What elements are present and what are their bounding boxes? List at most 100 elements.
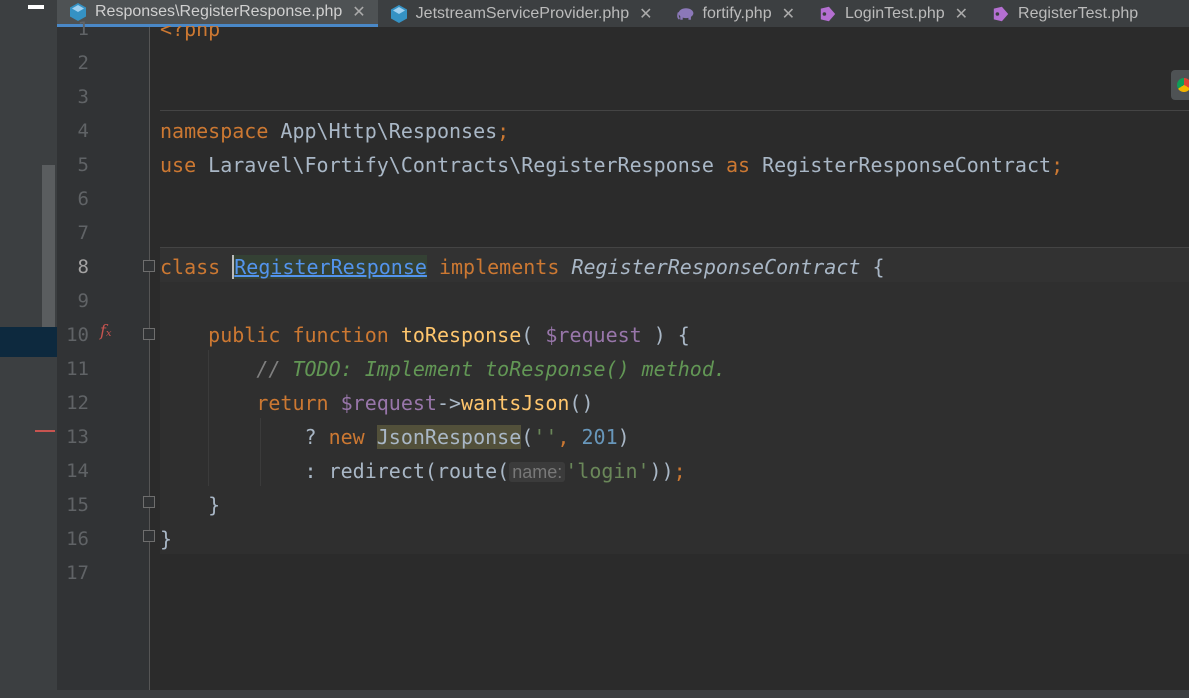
line-number: 1 bbox=[77, 18, 89, 40]
line-number: 8 bbox=[77, 256, 89, 278]
fold-icon[interactable] bbox=[143, 496, 155, 508]
code-line-11: // TODO: Implement toResponse() method. bbox=[160, 352, 726, 386]
method-name: toResponse bbox=[400, 323, 522, 347]
variable: $request bbox=[340, 391, 437, 415]
line-number: 11 bbox=[66, 358, 89, 380]
code-line-8: class RegisterResponse implements Regist… bbox=[160, 250, 885, 284]
keyword: as bbox=[725, 153, 751, 177]
tab-label: RegisterTest.php bbox=[1018, 4, 1139, 22]
php-class-icon bbox=[390, 4, 408, 23]
code-line-5: use Laravel\Fortify\Contracts\RegisterRe… bbox=[160, 148, 1063, 182]
chrome-icon[interactable] bbox=[1177, 78, 1189, 92]
keyword: use bbox=[160, 153, 197, 177]
tab-fortify[interactable]: fortify.php ✕ bbox=[665, 0, 807, 27]
brace: } bbox=[208, 493, 221, 517]
php-test-icon bbox=[992, 5, 1010, 23]
arrow: -> bbox=[436, 391, 462, 415]
code-line-14: : redirect(route(name:'login')); bbox=[160, 454, 686, 488]
line-number: 15 bbox=[66, 494, 89, 516]
string: '' bbox=[533, 425, 558, 449]
close-icon[interactable]: ✕ bbox=[955, 4, 968, 24]
tab-label: LoginTest.php bbox=[845, 4, 945, 22]
ternary: ? bbox=[304, 425, 329, 449]
keyword: function bbox=[292, 323, 389, 347]
tab-label: JetstreamServiceProvider.php bbox=[415, 4, 630, 22]
number: 201 bbox=[581, 425, 618, 449]
semicolon: ; bbox=[497, 119, 510, 143]
keyword: implements bbox=[438, 255, 560, 279]
code-line-16: } bbox=[160, 522, 172, 556]
string: 'login' bbox=[565, 459, 650, 483]
line-number: 17 bbox=[66, 562, 89, 584]
fold-icon[interactable] bbox=[143, 530, 155, 542]
implements-method-icon[interactable]: fₓ bbox=[100, 321, 112, 340]
close-icon[interactable]: ✕ bbox=[782, 4, 795, 24]
class-name[interactable]: RegisterResponse bbox=[232, 255, 427, 279]
brace: } bbox=[160, 527, 173, 551]
keyword: namespace bbox=[160, 119, 269, 143]
line-number: 16 bbox=[66, 528, 89, 550]
editor-tab-bar: Responses\RegisterResponse.php ✕ Jetstre… bbox=[57, 0, 1189, 28]
keyword: return bbox=[256, 391, 329, 415]
method-call: wantsJson bbox=[461, 391, 570, 415]
keyword: class bbox=[160, 255, 221, 279]
tab-label: fortify.php bbox=[702, 4, 772, 22]
code-line-13: ? new JsonResponse('', 201) bbox=[160, 420, 630, 454]
brace: { bbox=[860, 255, 885, 279]
selected-row-highlight bbox=[0, 327, 57, 357]
line-number: 3 bbox=[77, 86, 89, 108]
keyword: public bbox=[208, 323, 281, 347]
comma: , bbox=[557, 425, 582, 449]
comment-slash: // bbox=[256, 357, 293, 381]
line-number: 13 bbox=[66, 426, 89, 448]
interface-name: RegisterResponseContract bbox=[571, 255, 861, 279]
tab-login-test[interactable]: LoginTest.php ✕ bbox=[807, 0, 980, 27]
fold-icon[interactable] bbox=[143, 260, 155, 272]
paren: ) { bbox=[641, 323, 690, 347]
paren: () bbox=[569, 391, 594, 415]
namespace-name: App\Http\Responses bbox=[268, 119, 498, 143]
tab-register-test[interactable]: RegisterTest.php bbox=[980, 0, 1150, 27]
paren: ( bbox=[521, 425, 534, 449]
project-panel-strip bbox=[0, 0, 57, 698]
tab-jetstream-service-provider[interactable]: JetstreamServiceProvider.php ✕ bbox=[378, 0, 665, 27]
php-elephant-icon bbox=[676, 5, 695, 23]
close-icon[interactable]: ✕ bbox=[352, 2, 365, 22]
browser-popup[interactable] bbox=[1171, 70, 1189, 100]
fold-icon[interactable] bbox=[143, 328, 155, 340]
import-path: Laravel\Fortify\Contracts\RegisterRespon… bbox=[196, 153, 726, 177]
panel-scrollbar[interactable] bbox=[42, 165, 55, 335]
tab-label: Responses\RegisterResponse.php bbox=[95, 3, 343, 20]
semicolon: ; bbox=[673, 459, 686, 483]
close-icon[interactable]: ✕ bbox=[639, 4, 652, 24]
line-number: 5 bbox=[77, 154, 89, 176]
paren: ) bbox=[617, 425, 630, 449]
line-number: 9 bbox=[77, 290, 89, 312]
error-marker bbox=[35, 430, 55, 432]
bottom-scrollbar-area bbox=[57, 690, 1189, 698]
line-number: 7 bbox=[77, 222, 89, 244]
method-separator bbox=[160, 247, 1189, 248]
paren: )) bbox=[649, 459, 674, 483]
todo-comment: TODO: Implement toResponse() method. bbox=[292, 357, 726, 381]
parameter-hint: name: bbox=[509, 462, 566, 482]
line-number: 2 bbox=[77, 52, 89, 74]
code-line-4: namespace App\Http\Responses; bbox=[160, 114, 509, 148]
minimize-icon[interactable] bbox=[28, 5, 44, 9]
code-line-10: public function toResponse( $request ) { bbox=[160, 318, 690, 352]
method-separator bbox=[160, 110, 1189, 111]
keyword: new bbox=[328, 425, 365, 449]
php-test-icon bbox=[819, 5, 837, 23]
tab-register-response[interactable]: Responses\RegisterResponse.php ✕ bbox=[57, 0, 378, 27]
line-number: 4 bbox=[77, 120, 89, 142]
line-number: 10 bbox=[66, 324, 89, 346]
semicolon: ; bbox=[1051, 153, 1064, 177]
line-number: 12 bbox=[66, 392, 89, 414]
redirect-call: : redirect(route( bbox=[304, 459, 510, 483]
line-number: 6 bbox=[77, 188, 89, 210]
variable: $request bbox=[545, 323, 642, 347]
code-line-15: } bbox=[160, 488, 220, 522]
import-alias: RegisterResponseContract bbox=[750, 153, 1052, 177]
paren: ( bbox=[521, 323, 546, 347]
code-line-12: return $request->wantsJson() bbox=[160, 386, 594, 420]
